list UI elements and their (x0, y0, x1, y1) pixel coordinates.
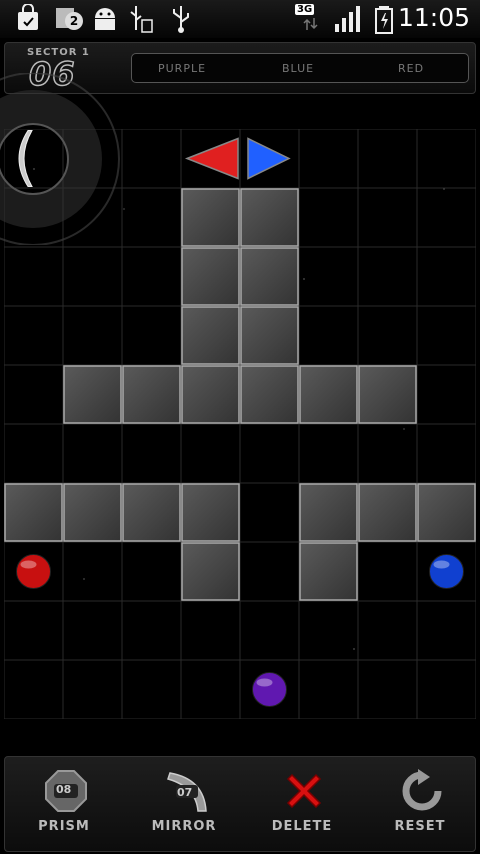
battery-icon (375, 6, 393, 34)
android-icon (95, 8, 115, 30)
delete-tool-button[interactable]: DELETE (247, 769, 357, 849)
reset-tool-button[interactable]: RESET (365, 769, 475, 849)
wall-block (299, 483, 358, 542)
wall-block (240, 247, 299, 306)
tool-bar: 08 PRISM 07 MIRROR DELETE RESET (4, 756, 476, 852)
signal-icon (335, 6, 360, 32)
network-type-label: 3G (295, 4, 315, 15)
target-purple: PURPLE (158, 62, 207, 75)
wall-block (122, 365, 181, 424)
target-blue: BLUE (282, 62, 315, 75)
status-bar: 2 3G 11:05 (0, 0, 480, 38)
wall-block (181, 247, 240, 306)
wall-block (181, 365, 240, 424)
prism-label: PRISM (38, 819, 90, 834)
red-emitter (184, 137, 239, 180)
wall-block (181, 483, 240, 542)
notification-count: 2 (65, 12, 83, 30)
mirror-count: 07 (177, 786, 193, 799)
wall-block (240, 188, 299, 247)
prism-count: 08 (56, 783, 72, 796)
wall-block (417, 483, 476, 542)
wall-block (181, 188, 240, 247)
wall-block (181, 306, 240, 365)
mirror-label: MIRROR (151, 819, 217, 834)
usb-debug-icon (130, 6, 153, 33)
wall-block (63, 365, 122, 424)
wall-block (181, 542, 240, 601)
mirror-tool-button[interactable]: 07 MIRROR (129, 769, 239, 849)
purple-target-orb (252, 672, 287, 707)
wall-block (63, 483, 122, 542)
wall-block (240, 306, 299, 365)
selection-ring[interactable] (0, 73, 124, 245)
red-orb-highlight (20, 560, 37, 569)
blue-target-orb (429, 554, 464, 589)
purple-orb-highlight (256, 678, 273, 687)
wall-block (358, 365, 417, 424)
clock: 11:05 (397, 3, 470, 32)
blue-orb-highlight (433, 560, 450, 569)
target-colors-panel: PURPLE BLUE RED (131, 53, 469, 83)
reset-icon (402, 769, 442, 811)
wall-block (4, 483, 63, 542)
usb-icon (173, 6, 189, 33)
reset-label: RESET (394, 819, 446, 834)
prism-tool-button[interactable]: 08 PRISM (9, 769, 119, 849)
wall-block (122, 483, 181, 542)
blue-emitter (247, 137, 291, 180)
delete-x-icon (286, 773, 322, 809)
target-red: RED (398, 62, 425, 75)
data-arrows-icon (303, 18, 318, 30)
red-target-orb (16, 554, 51, 589)
wall-block (358, 483, 417, 542)
delete-label: DELETE (271, 819, 333, 834)
wall-block (299, 365, 358, 424)
shopping-bag-icon (18, 4, 38, 30)
wall-block (240, 365, 299, 424)
wall-block (299, 542, 358, 601)
